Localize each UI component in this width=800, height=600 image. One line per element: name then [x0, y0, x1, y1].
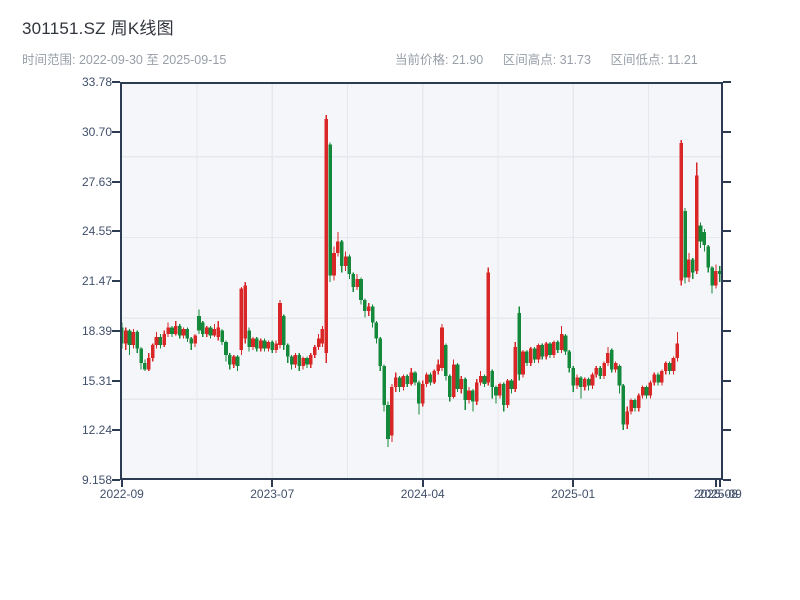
- y-axis-tick-mark: [112, 130, 120, 133]
- y-axis-tick-mark: [112, 479, 120, 481]
- y-axis-tick-label: 21.47: [81, 274, 112, 288]
- y-axis-tick-mark: [112, 280, 120, 282]
- y-axis-right-tick-mark: [723, 230, 731, 233]
- y-axis-right-tick-mark: [723, 429, 731, 432]
- y-axis-tick-label: 18.39: [81, 323, 112, 338]
- y-axis-right-tick-mark: [723, 329, 731, 332]
- x-axis-tick-mark: [572, 479, 575, 487]
- y-axis-tick-mark: [112, 230, 120, 233]
- x-axis-tick-label: 2025-09: [697, 487, 742, 501]
- y-axis-right-tick-mark: [723, 280, 731, 282]
- y-axis-tick-label: 33.78: [81, 75, 112, 89]
- y-axis-tick-mark: [112, 81, 120, 83]
- x-axis-tick-label: 2022-09: [99, 487, 144, 501]
- y-axis-tick-label: 15.31: [81, 373, 112, 388]
- time-range-label: 时间范围: 2022-09-30 至 2025-09-15: [22, 53, 227, 67]
- range-low-stat: 区间低点: 11.21: [610, 53, 698, 67]
- x-axis-tick-label: 2025-01: [551, 487, 596, 501]
- x-axis-tick-mark: [718, 479, 721, 487]
- x-axis-tick-label: 2023-07: [250, 487, 295, 501]
- y-axis-tick-label: 24.55: [81, 224, 112, 239]
- y-axis-tick-mark: [112, 180, 120, 183]
- x-axis-tick-mark: [421, 479, 424, 487]
- y-axis-tick-mark: [112, 329, 120, 332]
- x-axis-tick-mark: [271, 479, 274, 487]
- y-axis-tick-label: 30.70: [81, 124, 112, 139]
- y-axis-right-tick-mark: [723, 379, 731, 382]
- x-axis-tick-mark: [120, 479, 123, 487]
- kline-chart-page: 301151.SZ 周K线图 时间范围: 2022-09-30 至 2025-0…: [0, 0, 800, 600]
- y-axis-right-tick-mark: [723, 81, 731, 83]
- y-axis-tick-label: 12.24: [81, 423, 112, 438]
- range-high-stat: 区间高点: 31.73: [502, 53, 591, 67]
- current-price-stat: 当前价格: 21.90: [395, 53, 484, 67]
- x-axis-tick-label: 2024-04: [400, 487, 445, 501]
- y-axis-tick-label: 9.158: [81, 473, 112, 487]
- candlestick-plot: [120, 82, 723, 480]
- price-stats: 当前价格: 21.90 区间高点: 31.73 区间低点: 11.21: [395, 49, 714, 68]
- y-axis-right-tick-mark: [723, 180, 731, 183]
- y-axis-tick-mark: [112, 379, 120, 382]
- x-axis-tick-mark: [714, 479, 717, 487]
- y-axis-tick-mark: [112, 429, 120, 432]
- y-axis-right-tick-mark: [723, 130, 731, 133]
- page-title: 301151.SZ 周K线图: [22, 19, 174, 38]
- y-axis-tick-label: 27.63: [81, 174, 112, 189]
- y-axis-right-tick-mark: [723, 479, 731, 481]
